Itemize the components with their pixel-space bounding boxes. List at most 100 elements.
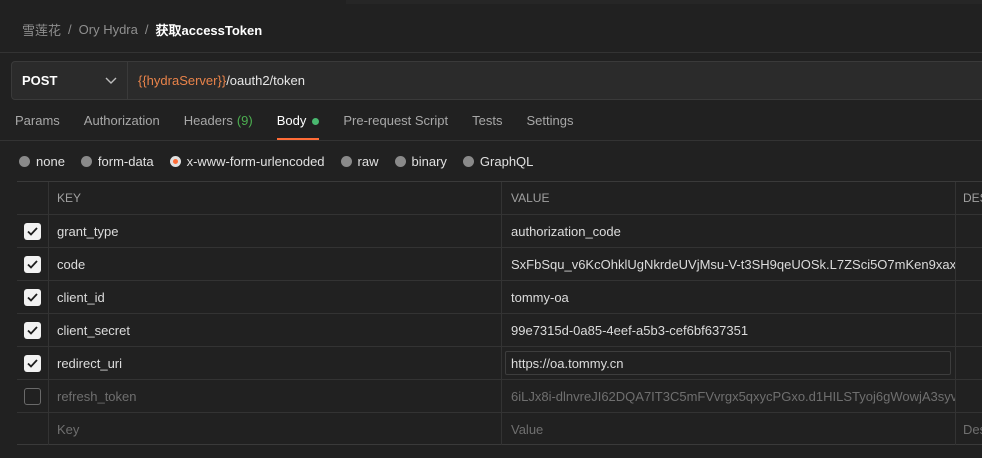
check-icon [27, 226, 38, 236]
checkbox-unchecked[interactable] [24, 387, 41, 405]
key-cell[interactable]: client_secret [49, 314, 502, 346]
checkbox-checked[interactable] [24, 288, 41, 306]
description-cell[interactable] [956, 347, 982, 379]
check-icon [27, 325, 38, 335]
new-row: Key Value Des [17, 413, 982, 446]
description-cell[interactable] [956, 281, 982, 313]
body-type-binary[interactable]: binary [394, 153, 447, 169]
value-cell[interactable]: tommy-oa [502, 281, 956, 313]
header-value: VALUE [502, 182, 956, 214]
value-cell: https://oa.tommy.cn [502, 347, 956, 379]
radio-label: binary [411, 153, 447, 169]
url-variable: {{hydraServer}} [138, 73, 227, 88]
request-tabs: Params Authorization Headers (9) Body Pre… [15, 113, 597, 141]
key-cell[interactable]: client_id [49, 281, 502, 313]
body-type-raw[interactable]: raw [340, 153, 379, 169]
checkbox-checked[interactable] [24, 255, 41, 273]
header-checkbox-cell [17, 182, 49, 214]
table-row: grant_type authorization_code [17, 215, 982, 248]
tab-tests[interactable]: Tests [472, 113, 502, 139]
tab-label: Body [276, 113, 307, 128]
body-type-graphql[interactable]: GraphQL [462, 153, 534, 169]
row-checkbox-cell [17, 215, 49, 247]
body-type-none[interactable]: none [19, 154, 65, 169]
check-icon [27, 358, 38, 368]
value-cell[interactable]: 99e7315d-0a85-4eef-a5b3-cef6bf637351 [502, 314, 956, 346]
url-bar: POST {{hydraServer}}/oauth2/token [11, 61, 982, 100]
tab-settings[interactable]: Settings [526, 113, 573, 139]
tab-headers[interactable]: Headers (9) [184, 113, 253, 139]
divider [0, 140, 982, 141]
inactive-tab-area [346, 0, 982, 4]
row-checkbox-cell [17, 281, 49, 313]
url-path: /oauth2/token [226, 73, 305, 88]
value-placeholder[interactable]: Value [502, 413, 956, 445]
table-row: client_secret 99e7315d-0a85-4eef-a5b3-ce… [17, 314, 982, 347]
method-select[interactable]: POST [12, 62, 128, 99]
tab-label: Authorization [83, 113, 160, 128]
body-type-form-data[interactable]: form-data [80, 153, 154, 169]
radio-icon [394, 155, 406, 167]
description-cell[interactable] [956, 314, 982, 346]
tab-pre-request-script[interactable]: Pre-request Script [343, 113, 448, 139]
breadcrumb-collection[interactable]: Ory Hydra [79, 22, 138, 37]
description-cell[interactable] [956, 215, 982, 247]
row-checkbox-cell [17, 413, 49, 445]
method-label: POST [22, 73, 58, 88]
value-cell[interactable]: 6iLJx8i-dlnvreJI62DQA7IT3C5mFVvrgx5qxycP… [502, 380, 956, 412]
value-input-focused[interactable]: https://oa.tommy.cn [505, 351, 951, 375]
table-row: refresh_token 6iLJx8i-dlnvreJI62DQA7IT3C… [17, 380, 982, 413]
request-title[interactable]: 获取accessToken [156, 20, 263, 39]
row-checkbox-cell [17, 314, 49, 346]
check-icon [27, 292, 38, 302]
radio-icon [340, 155, 352, 167]
tab-params[interactable]: Params [15, 113, 60, 139]
description-placeholder[interactable]: Des [956, 413, 982, 445]
key-cell[interactable]: grant_type [49, 215, 502, 247]
radio-icon [462, 155, 474, 167]
checkbox-checked[interactable] [24, 354, 41, 372]
radio-icon [19, 155, 30, 167]
active-request-tab[interactable] [0, 0, 347, 4]
check-icon [27, 259, 38, 269]
breadcrumb-workspace[interactable]: 雪莲花 [22, 20, 61, 39]
tab-authorization[interactable]: Authorization [84, 113, 160, 139]
row-checkbox-cell [17, 380, 49, 412]
description-cell[interactable] [956, 380, 982, 412]
row-checkbox-cell [17, 347, 49, 379]
value-cell[interactable]: authorization_code [502, 215, 956, 247]
checkbox-checked[interactable] [24, 321, 41, 339]
value-cell[interactable]: SxFbSqu_v6KcOhklUgNkrdeUVjMsu-V-t3SH9qeU… [502, 248, 956, 280]
params-table: KEY VALUE DES grant_type authorization_c… [17, 181, 982, 445]
radio-label: GraphQL [479, 153, 534, 169]
tab-label: Headers [183, 113, 233, 128]
radio-label: none [36, 153, 65, 169]
body-type-options: none form-data x-www-form-urlencoded raw… [19, 152, 549, 170]
key-placeholder[interactable]: Key [49, 413, 502, 445]
table-row: code SxFbSqu_v6KcOhklUgNkrdeUVjMsu-V-t3S… [17, 248, 982, 281]
headers-count: (9) [236, 113, 253, 128]
radio-label: x-www-form-urlencoded [186, 153, 325, 169]
header-key: KEY [49, 182, 502, 214]
row-checkbox-cell [17, 248, 49, 280]
radio-label: raw [357, 153, 379, 169]
table-row: redirect_uri https://oa.tommy.cn [17, 347, 982, 380]
breadcrumb-separator: / [68, 21, 72, 37]
breadcrumb: 雪莲花 / Ory Hydra / 获取accessToken [22, 20, 262, 38]
checkbox-checked[interactable] [24, 222, 41, 240]
tab-label: Pre-request Script [343, 113, 449, 128]
body-type-urlencoded[interactable]: x-www-form-urlencoded [169, 153, 325, 169]
tab-label: Settings [526, 113, 574, 128]
key-cell[interactable]: refresh_token [49, 380, 502, 412]
tab-strip [0, 0, 982, 4]
key-cell[interactable]: code [49, 248, 502, 280]
radio-selected-icon [169, 155, 181, 167]
description-cell[interactable] [956, 248, 982, 280]
url-input[interactable]: {{hydraServer}}/oauth2/token [138, 62, 305, 99]
radio-label: form-data [97, 153, 154, 169]
key-cell[interactable]: redirect_uri [49, 347, 502, 379]
radio-icon [80, 155, 92, 167]
tab-label: Params [15, 113, 60, 128]
table-header-row: KEY VALUE DES [17, 182, 982, 215]
tab-body[interactable]: Body [276, 113, 320, 140]
